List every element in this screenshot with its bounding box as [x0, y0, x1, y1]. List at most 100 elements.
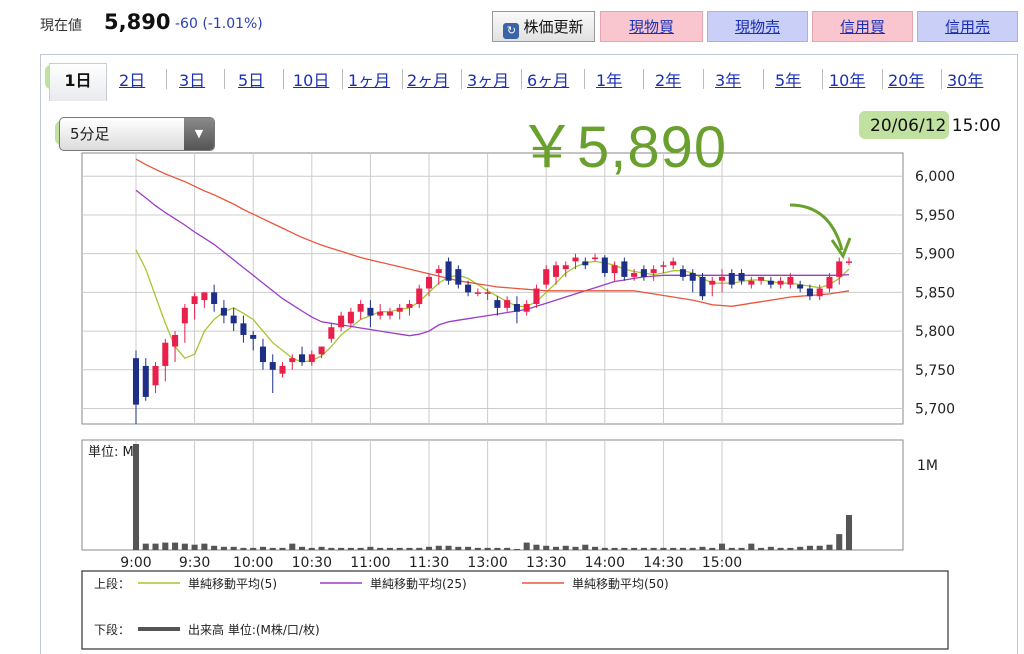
volume-bar	[269, 547, 276, 550]
volume-bar	[425, 546, 433, 550]
volume-bar	[132, 444, 140, 550]
volume-bar	[621, 547, 628, 550]
volume-bar	[670, 547, 677, 550]
candle-body	[318, 346, 325, 355]
x-tick-label: 9:30	[179, 555, 210, 571]
candle-body	[670, 261, 677, 266]
candle-body	[650, 269, 657, 274]
volume-bar	[308, 547, 315, 550]
candle-body	[445, 261, 452, 281]
candle-body	[699, 276, 706, 297]
volume-bar	[259, 546, 267, 550]
candle-body	[640, 269, 647, 277]
candle-body	[299, 354, 306, 363]
x-tick-label: 10:00	[233, 555, 273, 571]
candle-body	[220, 307, 227, 316]
candle-body	[132, 358, 140, 405]
candle-body	[201, 292, 208, 301]
candle-body	[269, 362, 276, 370]
candle-body	[455, 269, 462, 285]
volume-bar	[455, 546, 462, 550]
candle-body	[797, 284, 804, 289]
legend-series-label: 単純移動平均(50)	[572, 577, 669, 591]
candle-body	[308, 354, 315, 363]
candle-body	[494, 300, 501, 308]
volume-bar	[836, 534, 843, 550]
volume-bar	[299, 546, 306, 550]
volume-bar	[767, 546, 774, 550]
candle-body	[504, 300, 511, 308]
volume-bar	[582, 544, 589, 550]
x-tick-label: 10:30	[292, 555, 332, 571]
y-tick-label: 5,850	[915, 285, 955, 301]
candle-body	[826, 276, 833, 289]
candle-body	[738, 273, 745, 281]
x-tick-label: 14:30	[643, 555, 683, 571]
volume-bar	[230, 546, 237, 550]
volume-bar	[201, 543, 208, 550]
candle-body	[611, 265, 618, 274]
candle-body	[621, 261, 628, 277]
volume-bar	[806, 545, 813, 550]
volume-bar	[172, 542, 179, 550]
volume-bar	[826, 544, 833, 550]
candle-body	[211, 292, 218, 304]
x-tick-label: 11:30	[409, 555, 449, 571]
candle-body	[191, 296, 198, 304]
candle-body	[386, 311, 393, 316]
candle-body	[250, 334, 257, 339]
volume-plot-area	[81, 439, 904, 551]
candle-body	[806, 288, 813, 297]
volume-bar	[377, 547, 384, 550]
volume-bar	[689, 547, 696, 550]
volume-bar	[494, 547, 501, 550]
candle-body	[845, 261, 853, 263]
candle-body	[592, 257, 599, 260]
candle-body	[289, 358, 296, 363]
volume-bar	[709, 547, 716, 550]
x-tick-label: 15:00	[702, 555, 742, 571]
candle-body	[240, 323, 247, 335]
candle-body	[777, 280, 784, 285]
volume-bar	[162, 542, 169, 550]
volume-bar	[386, 547, 393, 550]
candle-body	[523, 303, 530, 312]
volume-bar	[152, 543, 159, 550]
volume-bar	[250, 547, 257, 550]
volume-bar	[797, 546, 804, 550]
volume-bar	[758, 547, 765, 550]
volume-bar	[523, 542, 530, 550]
candle-body	[601, 257, 608, 274]
legend-lower-label: 下段：	[94, 622, 130, 637]
volume-bar	[816, 545, 823, 550]
volume-bar	[220, 546, 227, 550]
candle-body	[152, 365, 159, 386]
volume-bar	[289, 543, 296, 550]
legend-series-label: 単純移動平均(25)	[370, 577, 467, 591]
volume-bar	[191, 544, 198, 550]
candle-body	[172, 334, 179, 347]
volume-bar	[611, 547, 618, 550]
volume-bar	[699, 546, 706, 550]
candle-body	[709, 280, 716, 285]
volume-bar	[572, 546, 579, 550]
volume-bar	[592, 546, 599, 550]
candle-body	[377, 311, 384, 316]
volume-bar	[142, 543, 149, 550]
volume-bar	[435, 545, 442, 550]
volume-bar	[357, 547, 364, 550]
candle-body	[338, 315, 345, 328]
candle-body	[328, 327, 335, 339]
volume-bar	[748, 543, 755, 550]
volume-bar	[416, 547, 423, 550]
y-tick-label: 5,950	[915, 208, 955, 224]
candle-body	[758, 276, 765, 281]
volume-bar	[718, 543, 726, 550]
x-tick-label: 13:00	[467, 555, 507, 571]
candle-body	[679, 269, 686, 277]
volume-bar	[738, 547, 745, 550]
candle-body	[357, 303, 364, 312]
volume-bar	[679, 547, 686, 550]
volume-bar	[552, 546, 560, 550]
x-tick-label: 9:00	[120, 555, 151, 571]
